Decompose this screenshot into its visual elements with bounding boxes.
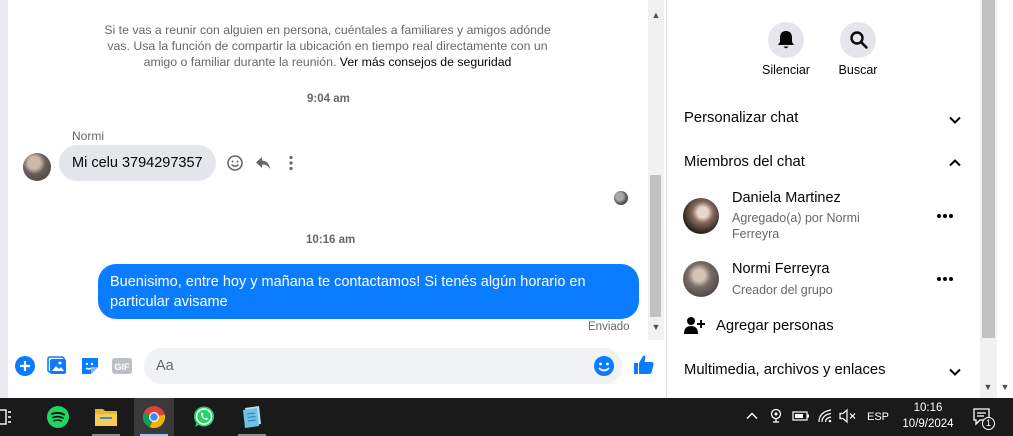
mute-label: Silenciar: [762, 63, 810, 77]
safety-link[interactable]: Ver más consejos de seguridad: [340, 55, 512, 69]
outgoing-message[interactable]: Buenisimo, entre hoy y mañana te contact…: [98, 264, 639, 319]
member-name[interactable]: Normi Ferreyra: [732, 261, 829, 277]
screen: Si te vas a reunir con alguien en person…: [0, 0, 1013, 436]
chat-members-row[interactable]: Miembros del chat: [684, 154, 805, 170]
photo-icon[interactable]: [46, 354, 70, 378]
message-placeholder: Aa: [156, 358, 174, 374]
add-people-row[interactable]: Agregar personas: [716, 318, 834, 334]
avatar[interactable]: [683, 198, 719, 234]
gif-icon[interactable]: GIF: [110, 354, 134, 378]
scroll-down-arrow[interactable]: ▼: [980, 380, 996, 394]
chrome-icon: [142, 406, 166, 429]
task-view-icon[interactable]: [0, 409, 12, 425]
folder-icon: [95, 409, 117, 426]
window-edge: [997, 0, 1013, 398]
sent-status: Enviado: [588, 321, 630, 333]
timestamp: 9:04 am: [307, 93, 350, 105]
media-files-links-row[interactable]: Multimedia, archivos y enlaces: [684, 362, 886, 378]
chevron-down-icon[interactable]: [947, 364, 963, 380]
scroll-down-arrow[interactable]: ▼: [997, 380, 1013, 394]
notepad-icon: [243, 406, 261, 428]
panel-scroll-thumb[interactable]: [982, 0, 995, 338]
clock-time: 10:16: [913, 402, 943, 414]
more-icon[interactable]: [935, 269, 955, 289]
chevron-down-icon[interactable]: [947, 112, 963, 128]
seen-avatar: [614, 191, 628, 205]
volume-muted-icon[interactable]: [839, 408, 857, 424]
taskbar-file-explorer[interactable]: [86, 398, 126, 436]
battery-icon[interactable]: [792, 409, 810, 423]
chevron-up-icon[interactable]: [947, 155, 963, 171]
language-indicator[interactable]: ESP: [867, 398, 889, 436]
more-icon[interactable]: [282, 154, 300, 172]
svg-text:GIF: GIF: [115, 362, 131, 372]
sender-name: Normi: [72, 129, 104, 143]
safety-notice: Si te vas a reunir con alguien en person…: [95, 22, 560, 70]
avatar[interactable]: [23, 153, 51, 181]
member-subtitle: Agregado(a) por Normi Ferreyra: [732, 211, 860, 241]
customize-chat-row[interactable]: Personalizar chat: [684, 110, 798, 126]
more-icon[interactable]: [935, 206, 955, 226]
search-label: Buscar: [838, 63, 878, 77]
show-hidden-icons-icon[interactable]: [746, 410, 758, 422]
add-icon[interactable]: [13, 354, 37, 378]
taskbar-chrome[interactable]: [134, 398, 174, 436]
chat-left-edge: [0, 0, 8, 398]
member-name[interactable]: Daniela Martinez: [732, 190, 841, 206]
like-icon[interactable]: [632, 353, 656, 377]
scroll-down-arrow[interactable]: ▼: [648, 320, 664, 334]
avatar[interactable]: [683, 261, 719, 297]
notification-badge: 1: [982, 417, 995, 430]
emoji-icon[interactable]: [593, 355, 615, 377]
sticker-icon[interactable]: [78, 354, 102, 378]
chat-thread: Si te vas a reunir con alguien en person…: [0, 0, 666, 398]
react-icon[interactable]: [226, 154, 244, 172]
mute-button[interactable]: [768, 22, 804, 58]
webcam-icon[interactable]: [769, 408, 783, 424]
search-button[interactable]: [840, 22, 876, 58]
wifi-icon[interactable]: [817, 408, 833, 424]
taskbar-clock[interactable]: 10:16 10/9/2024: [898, 400, 958, 432]
taskbar-notepad[interactable]: [232, 398, 272, 436]
bell-icon: [778, 31, 794, 49]
chat-scroll-thumb[interactable]: [650, 175, 661, 317]
taskbar-whatsapp[interactable]: [184, 398, 224, 436]
scroll-up-arrow[interactable]: ▲: [648, 8, 664, 22]
timestamp: 10:16 am: [306, 234, 356, 246]
member-subtitle: Creador del grupo: [732, 283, 833, 297]
add-person-icon[interactable]: [683, 316, 705, 336]
spotify-icon: [47, 406, 69, 428]
search-icon: [850, 31, 868, 49]
clock-date: 10/9/2024: [902, 418, 954, 430]
whatsapp-icon: [194, 406, 214, 427]
taskbar: ESP 10:16 10/9/2024 1: [0, 398, 1013, 436]
incoming-message[interactable]: Mi celu 3794297357: [59, 145, 216, 181]
taskbar-spotify[interactable]: [38, 398, 78, 436]
reply-icon[interactable]: [254, 154, 272, 172]
message-input[interactable]: Aa: [144, 348, 622, 384]
